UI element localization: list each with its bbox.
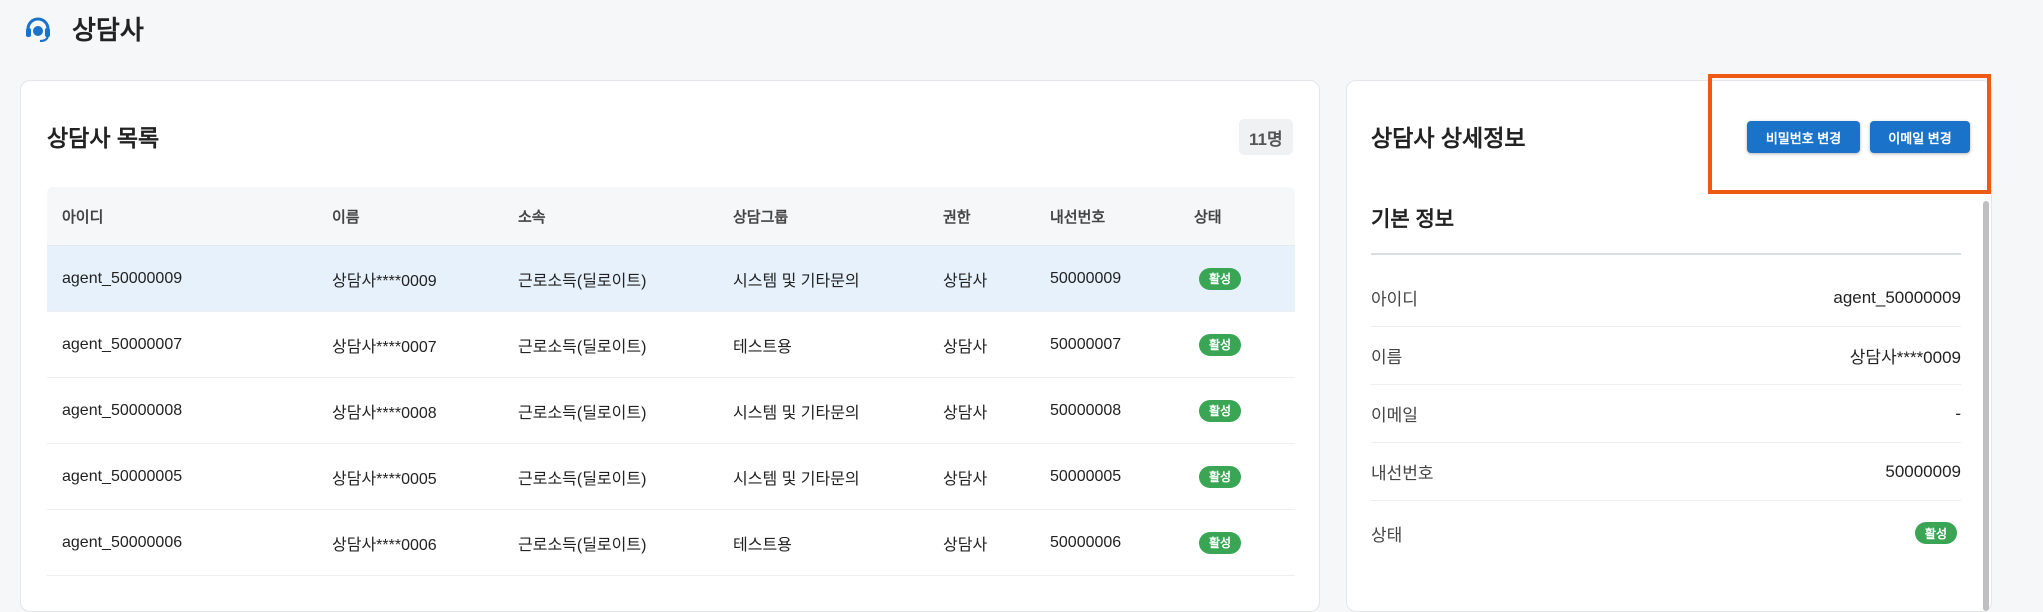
table-row[interactable]: agent_50000006 상담사****0006 근로소득(딜로이트) 테스… bbox=[47, 510, 1295, 576]
cell-group: 시스템 및 기타문의 bbox=[733, 272, 860, 290]
cell-name: 상담사****0007 bbox=[332, 338, 437, 356]
column-header[interactable]: 이름 bbox=[317, 206, 503, 227]
agent-list-title: 상담사 목록 bbox=[47, 125, 160, 151]
detail-fields: 아이디 agent_50000009 이름 상담사****0009 이메일 - … bbox=[1371, 269, 1961, 565]
status-badge: 활성 bbox=[1199, 531, 1242, 554]
table-header: 아이디 이름 소속 상담그룹 권한 내선번호 상태 bbox=[47, 187, 1295, 246]
agent-table: 아이디 이름 소속 상담그룹 권한 내선번호 상태 agent_50000009… bbox=[47, 187, 1295, 576]
cell-id: agent_50000008 bbox=[62, 401, 183, 419]
cell-group: 시스템 및 기타문의 bbox=[733, 404, 860, 422]
cell-id: agent_50000009 bbox=[62, 269, 183, 287]
column-header[interactable]: 소속 bbox=[503, 206, 718, 227]
cell-affiliation: 근로소득(딜로이트) bbox=[518, 404, 647, 422]
cell-name: 상담사****0008 bbox=[332, 404, 437, 422]
field-label: 이메일 bbox=[1371, 406, 1418, 425]
cell-role: 상담사 bbox=[943, 404, 988, 422]
cell-id: agent_50000007 bbox=[62, 335, 183, 353]
page-header: 상담사 bbox=[22, 8, 144, 48]
agent-count-badge: 11명 bbox=[1239, 119, 1293, 155]
agent-detail-title: 상담사 상세정보 bbox=[1371, 125, 1526, 151]
field-label: 상태 bbox=[1371, 525, 1403, 545]
column-header[interactable]: 상담그룹 bbox=[718, 206, 928, 227]
cell-extension: 50000008 bbox=[1050, 401, 1122, 419]
status-badge: 활성 bbox=[1199, 267, 1242, 290]
cell-affiliation: 근로소득(딜로이트) bbox=[518, 272, 647, 290]
table-row[interactable]: agent_50000005 상담사****0005 근로소득(딜로이트) 시스… bbox=[47, 444, 1295, 510]
field-value: - bbox=[1955, 403, 1961, 423]
cell-name: 상담사****0009 bbox=[332, 272, 437, 290]
status-badge: 활성 bbox=[1199, 333, 1242, 356]
cell-affiliation: 근로소득(딜로이트) bbox=[518, 338, 647, 356]
cell-extension: 50000006 bbox=[1050, 533, 1122, 551]
cell-extension: 50000007 bbox=[1050, 335, 1122, 353]
field-value: 50000009 bbox=[1885, 461, 1961, 481]
field-value: 상담사****0009 bbox=[1849, 348, 1961, 367]
cell-name: 상담사****0005 bbox=[332, 470, 437, 488]
cell-group: 테스트용 bbox=[733, 536, 792, 554]
highlight-box bbox=[1708, 74, 1991, 194]
column-header[interactable]: 상태 bbox=[1179, 206, 1295, 227]
detail-row-extension: 내선번호 50000009 bbox=[1371, 443, 1961, 501]
cell-role: 상담사 bbox=[943, 536, 988, 554]
cell-group: 시스템 및 기타문의 bbox=[733, 470, 860, 488]
cell-role: 상담사 bbox=[943, 470, 988, 488]
cell-extension: 50000009 bbox=[1050, 269, 1122, 287]
cell-id: agent_50000006 bbox=[62, 533, 183, 551]
status-badge: 활성 bbox=[1199, 465, 1242, 488]
field-label: 이름 bbox=[1371, 348, 1403, 367]
cell-group: 테스트용 bbox=[733, 338, 792, 356]
field-value: agent_50000009 bbox=[1833, 287, 1961, 307]
field-label: 아이디 bbox=[1371, 290, 1418, 309]
agent-list-card: 상담사 목록 11명 아이디 이름 소속 상담그룹 권한 내선번호 상태 age… bbox=[20, 80, 1320, 612]
basic-info-title: 기본 정보 bbox=[1371, 208, 1455, 231]
status-badge: 활성 bbox=[1914, 522, 1957, 544]
detail-row-id: 아이디 agent_50000009 bbox=[1371, 269, 1961, 327]
detail-row-status: 상태 활성 bbox=[1371, 501, 1961, 565]
status-badge: 활성 bbox=[1199, 399, 1242, 422]
column-header[interactable]: 권한 bbox=[928, 206, 1035, 227]
table-row[interactable]: agent_50000007 상담사****0007 근로소득(딜로이트) 테스… bbox=[47, 312, 1295, 378]
field-label: 내선번호 bbox=[1371, 464, 1434, 483]
cell-affiliation: 근로소득(딜로이트) bbox=[518, 536, 647, 554]
cell-affiliation: 근로소득(딜로이트) bbox=[518, 470, 647, 488]
table-row[interactable]: agent_50000008 상담사****0008 근로소득(딜로이트) 시스… bbox=[47, 378, 1295, 444]
column-header[interactable]: 아이디 bbox=[47, 206, 317, 227]
cell-id: agent_50000005 bbox=[62, 467, 183, 485]
cell-name: 상담사****0006 bbox=[332, 536, 437, 554]
detail-row-email: 이메일 - bbox=[1371, 385, 1961, 443]
divider bbox=[1371, 253, 1961, 255]
column-header[interactable]: 내선번호 bbox=[1035, 206, 1179, 227]
page-title: 상담사 bbox=[72, 14, 144, 45]
detail-row-name: 이름 상담사****0009 bbox=[1371, 327, 1961, 385]
cell-role: 상담사 bbox=[943, 272, 988, 290]
scrollbar[interactable] bbox=[1983, 201, 1989, 611]
cell-role: 상담사 bbox=[943, 338, 988, 356]
table-row[interactable]: agent_50000009 상담사****0009 근로소득(딜로이트) 시스… bbox=[47, 246, 1295, 312]
headset-icon bbox=[22, 12, 54, 44]
cell-extension: 50000005 bbox=[1050, 467, 1122, 485]
